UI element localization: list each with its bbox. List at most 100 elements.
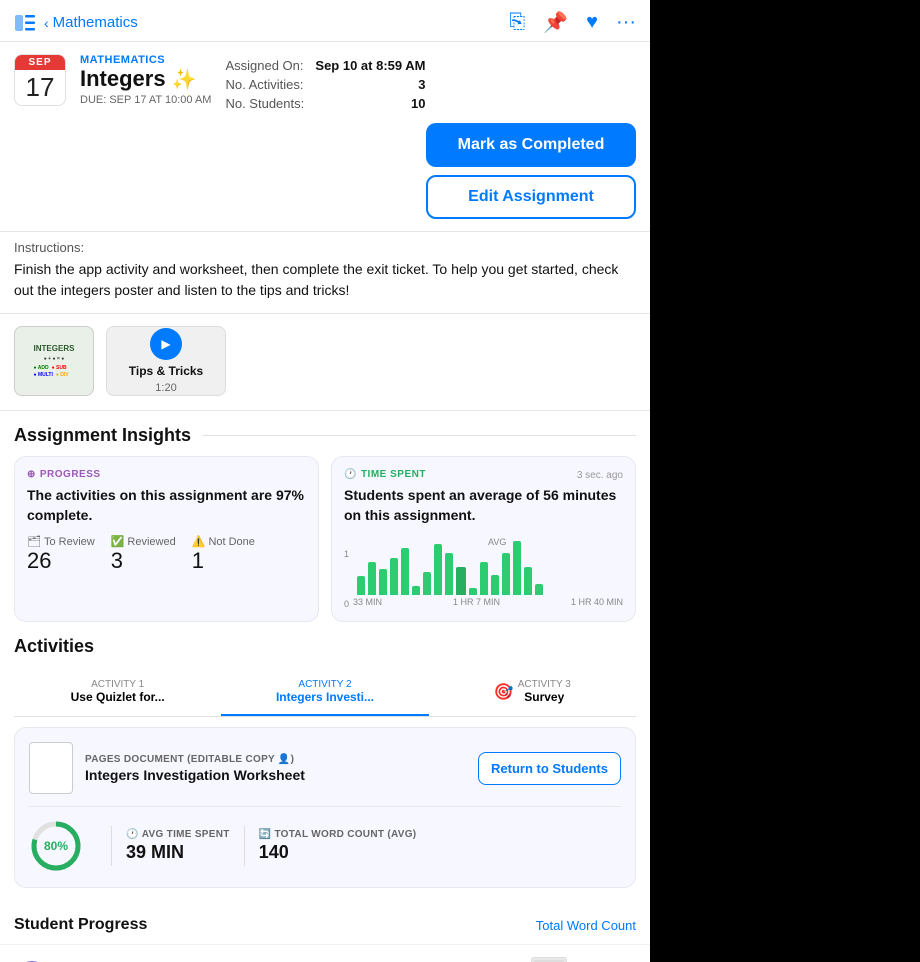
activities-row: No. Activities: 3	[225, 77, 425, 92]
attachments: INTEGERS ● + ● = ● ● ADD ● SUB ● MULTI ●…	[0, 314, 650, 411]
subject-label: MATHEMATICS	[80, 54, 211, 66]
avg-time-block: 🕐 AVG TIME SPENT 39 MIN	[126, 829, 230, 863]
header-area: SEP 17 MATHEMATICS Integers ✨ DUE: SEP 1…	[0, 42, 650, 232]
activities-title: Activities	[14, 636, 636, 657]
play-icon[interactable]: ▶	[150, 328, 182, 360]
progress-icon: ⊕	[27, 469, 36, 480]
clock-small-icon: 🕐	[126, 829, 139, 840]
time-card: 🕐 TIME SPENT 3 sec. ago Students spent a…	[331, 456, 636, 622]
instructions-area: Instructions: Finish the app activity an…	[0, 232, 650, 314]
timestamp: 3 sec. ago	[577, 470, 623, 481]
poster-attachment[interactable]: INTEGERS ● + ● = ● ● ADD ● SUB ● MULTI ●…	[14, 326, 94, 396]
time-bar-chart: AVG	[353, 535, 623, 595]
progress-text: The activities on this assignment are 97…	[27, 486, 306, 525]
bar-12	[491, 575, 499, 595]
top-nav: ‹ Mathematics ⎘ 📌 ♥ ···	[0, 0, 650, 42]
instructions-text: Finish the app activity and worksheet, t…	[14, 259, 636, 301]
chart-y-labels: 1 0	[344, 549, 353, 609]
stat-divider-1	[111, 826, 112, 866]
activity-content: PAGES DOCUMENT (EDITABLE COPY 👤) Integer…	[14, 727, 636, 888]
insights-section-header: Assignment Insights	[0, 411, 650, 456]
bar-6	[423, 572, 431, 595]
stats-row: 80% 🕐 AVG TIME SPENT 39 MIN 🔄 TOTAL WORD…	[29, 819, 621, 873]
doc-info: PAGES DOCUMENT (EDITABLE COPY 👤) Integer…	[85, 754, 466, 783]
back-chevron-icon: ‹	[44, 15, 49, 31]
student-row-jb: JB Jason Bettinger ● READY FOR REVIEW 13…	[0, 944, 650, 962]
insights-title: Assignment Insights	[14, 425, 191, 446]
video-attachment[interactable]: ▶ Tips & Tricks 1:20	[106, 326, 226, 396]
copy-icon[interactable]: ⎘	[509, 11, 525, 34]
instructions-label: Instructions:	[14, 240, 636, 255]
heart-icon[interactable]: ♥	[586, 11, 598, 34]
time-tag: 🕐 TIME SPENT	[344, 469, 426, 480]
avg-time-value: 39 MIN	[126, 842, 230, 863]
header-info: MATHEMATICS Integers ✨ DUE: SEP 17 AT 10…	[80, 54, 211, 106]
chart-labels: 33 MIN 1 HR 7 MIN 1 HR 40 MIN	[353, 595, 623, 609]
tab-activity-2[interactable]: ACTIVITY 2 Integers Investi...	[221, 669, 428, 716]
student-progress-header: Student Progress Total Word Count	[0, 902, 650, 944]
bar-16	[535, 584, 543, 595]
action-buttons: Mark as Completed Edit Assignment	[426, 123, 636, 219]
main-panel: ‹ Mathematics ⎘ 📌 ♥ ··· SEP 17 MATHEMATI…	[0, 0, 650, 962]
bar-8	[445, 553, 453, 595]
video-title: Tips & Tricks	[129, 364, 203, 378]
due-date: DUE: SEP 17 AT 10:00 AM	[80, 94, 211, 106]
bar-1	[368, 562, 376, 595]
bar-14	[513, 541, 521, 595]
sparkle-icon: ✨	[172, 67, 197, 92]
cal-day: 17	[15, 70, 65, 105]
edit-assignment-button[interactable]: Edit Assignment	[426, 175, 636, 219]
reviewed-stat: ✅ Reviewed 3	[111, 535, 176, 574]
avg-label: AVG	[488, 537, 506, 547]
to-review-stat: 🗂 To Review 26	[27, 535, 95, 574]
section-divider	[203, 435, 636, 436]
mark-completed-button[interactable]: Mark as Completed	[426, 123, 636, 167]
bar-5	[412, 586, 420, 595]
tab-activity-1[interactable]: ACTIVITY 1 Use Quizlet for...	[14, 669, 221, 716]
student-thumb-jb[interactable]	[531, 957, 567, 962]
progress-percent: 80%	[44, 839, 68, 853]
bar-7	[434, 544, 442, 595]
back-button[interactable]: ‹ Mathematics	[44, 14, 138, 31]
more-icon[interactable]: ···	[616, 11, 636, 34]
bar-3	[390, 558, 398, 595]
progress-card: ⊕ PROGRESS The activities on this assign…	[14, 456, 319, 622]
word-icon: 🔄	[259, 829, 272, 840]
back-label: Mathematics	[53, 14, 138, 31]
students-row: No. Students: 10	[225, 96, 425, 111]
doc-thumbnail	[29, 742, 73, 794]
insights-cards: ⊕ PROGRESS The activities on this assign…	[0, 456, 650, 636]
word-count-value: 140	[259, 842, 417, 863]
pin-icon[interactable]: 📌	[543, 10, 568, 35]
tray-icon: 🗂	[27, 535, 41, 548]
bar-10	[469, 588, 477, 595]
bar-11	[480, 562, 488, 595]
tab-activity-3[interactable]: 🎯 ACTIVITY 3 Survey	[429, 669, 636, 716]
bar-0	[357, 576, 365, 595]
assigned-on-row: Assigned On: Sep 10 at 8:59 AM	[225, 58, 425, 73]
bar-13	[502, 553, 510, 595]
progress-tag: ⊕ PROGRESS	[27, 469, 306, 480]
black-panel	[650, 0, 920, 962]
return-to-students-button[interactable]: Return to Students	[478, 752, 621, 785]
cal-month: SEP	[15, 55, 65, 70]
bar-2	[379, 569, 387, 595]
activity-tabs: ACTIVITY 1 Use Quizlet for... ACTIVITY 2…	[14, 669, 636, 717]
check-icon: ✅	[111, 535, 125, 548]
progress-stats: 🗂 To Review 26 ✅ Reviewed 3 ⚠️ Not Done	[27, 535, 306, 574]
sidebar-toggle-button[interactable]	[14, 12, 36, 34]
bar-4	[401, 548, 409, 595]
clock-icon: 🕐	[344, 469, 357, 480]
word-count-block: 🔄 TOTAL WORD COUNT (AVG) 140	[259, 829, 417, 863]
doc-name: Integers Investigation Worksheet	[85, 767, 466, 783]
bar-15	[524, 567, 532, 595]
nav-icons: ⎘ 📌 ♥ ···	[509, 10, 636, 35]
time-text: Students spent an average of 56 minutes …	[344, 486, 623, 525]
total-word-count-link[interactable]: Total Word Count	[536, 918, 636, 933]
activities-section: Activities ACTIVITY 1 Use Quizlet for...…	[0, 636, 650, 902]
video-duration: 1:20	[155, 382, 176, 394]
warning-icon: ⚠️	[192, 535, 206, 548]
calendar-icon: SEP 17	[14, 54, 66, 106]
not-done-stat: ⚠️ Not Done 1	[192, 535, 255, 574]
assignment-title: Integers ✨	[80, 66, 211, 92]
